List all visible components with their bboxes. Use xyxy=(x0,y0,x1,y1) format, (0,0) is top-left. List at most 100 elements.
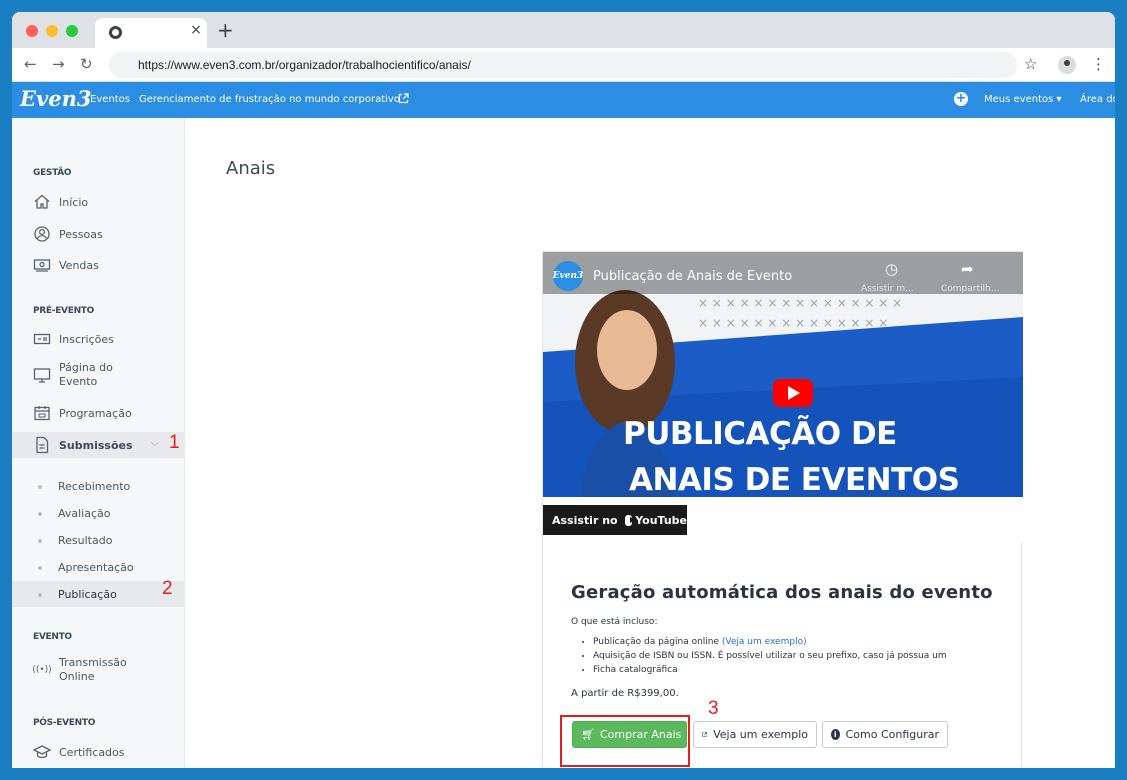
even3-logo[interactable]: Even3 xyxy=(20,86,91,112)
watch-on-label: Assistir no xyxy=(552,513,618,527)
home-icon xyxy=(33,193,51,211)
close-window-icon[interactable] xyxy=(26,25,38,37)
chrome-favicon-icon xyxy=(109,26,122,39)
sidebar-item-label: Submissões xyxy=(59,438,133,452)
section-gestao: GESTÃO xyxy=(33,168,72,178)
list-item: Publicação da página online (Veja um exe… xyxy=(593,635,1011,649)
list-item: Ficha catalográfica xyxy=(593,663,1011,677)
annotation-number: 1 xyxy=(169,432,180,453)
share-icon[interactable]: ➦ xyxy=(961,260,974,278)
watch-on-youtube-button[interactable]: Assistir no YouTube xyxy=(543,505,687,535)
external-link-icon[interactable] xyxy=(398,93,409,104)
sidebar-item-certificados[interactable]: Certificados xyxy=(33,743,125,761)
area-menu[interactable]: Área do xyxy=(1080,94,1115,106)
sidebar-item-vendas[interactable]: Vendas xyxy=(33,256,99,274)
sidebar-subitem-apresentacao[interactable]: Apresentação xyxy=(38,561,134,574)
sidebar-item-label: Inscrições xyxy=(59,332,114,346)
page-title: Anais xyxy=(226,158,276,179)
add-event-icon[interactable]: + xyxy=(954,92,968,106)
reload-icon[interactable]: ↻ xyxy=(80,54,93,74)
main-content: Anais × × × × × × × × × × × × × × × × × … xyxy=(186,118,1115,768)
browser-window: × + ← → ↻ https://www.even3.com.br/organ… xyxy=(12,12,1115,768)
video-headline-2: ANAIS DE EVENTOS xyxy=(629,462,960,498)
tab-bar: × + xyxy=(12,12,1115,48)
tab-close-icon[interactable]: × xyxy=(185,22,207,38)
video-thumbnail[interactable]: × × × × × × × × × × × × × × × × × × × × … xyxy=(543,252,1023,542)
sidebar-item-label: Início xyxy=(59,195,89,209)
clock-icon[interactable]: ◷ xyxy=(885,260,898,278)
sidebar-item-label: Online xyxy=(59,670,95,683)
card-body: Geração automática dos anais do evento O… xyxy=(571,582,1011,699)
maximize-window-icon[interactable] xyxy=(66,25,78,37)
sidebar-item-inscricoes[interactable]: Inscrições xyxy=(33,330,114,348)
sidebar-item-pessoas[interactable]: Pessoas xyxy=(33,225,103,243)
cash-icon xyxy=(33,256,51,274)
section-evento: EVENTO xyxy=(33,632,72,642)
sidebar-item-label: Transmissão xyxy=(59,656,127,669)
example-link[interactable]: (Veja um exemplo) xyxy=(722,637,807,647)
included-label: O que está incluso: xyxy=(571,617,658,627)
sidebar: GESTÃO Início Pessoas Vendas PRÉ-EVENTO … xyxy=(12,118,185,768)
youtube-wordmark: YouTube xyxy=(635,513,687,527)
document-icon xyxy=(33,436,51,454)
example-label: Veja um exemplo xyxy=(713,728,808,741)
section-pos-evento: PÓS-EVENTO xyxy=(33,718,96,728)
more-menu-icon[interactable]: ⋮ xyxy=(1091,54,1106,74)
bookmark-star-icon[interactable]: ☆ xyxy=(1024,54,1037,74)
sidebar-item-pagina-evento[interactable]: Página do Evento xyxy=(33,361,113,389)
svg-text:× × × × × × × × × ×: × × × × × × × × × × × × × × × xyxy=(698,296,902,310)
sidebar-item-programacao[interactable]: Programação xyxy=(33,404,132,422)
list-item: Aquisição de ISBN ou ISSN. É possível ut… xyxy=(593,649,1011,663)
graduation-cap-icon xyxy=(33,743,51,761)
sidebar-item-inicio[interactable]: Início xyxy=(33,193,88,211)
svg-text:× × × × × × × × × ×: × × × × × × × × × × × × × × xyxy=(698,316,888,330)
back-arrow-icon[interactable]: ← xyxy=(24,54,37,74)
sidebar-item-label: Vendas xyxy=(59,258,99,272)
price-text: A partir de R$399,00. xyxy=(571,688,679,699)
youtube-video-embed[interactable]: × × × × × × × × × × × × × × × × × × × × … xyxy=(543,252,1023,542)
new-tab-button[interactable]: + xyxy=(217,18,234,42)
video-headline-1: PUBLICAÇÃO DE xyxy=(623,416,897,452)
profile-avatar-icon[interactable] xyxy=(1058,56,1076,74)
sidebar-subitem-avaliacao[interactable]: Avaliação xyxy=(38,507,111,520)
chevron-down-icon[interactable]: ⌵ xyxy=(151,438,159,449)
calendar-icon xyxy=(33,404,51,422)
share-label[interactable]: Compartilh... xyxy=(941,284,999,294)
view-example-button[interactable]: Veja um exemplo xyxy=(693,721,817,748)
config-label: Como Configurar xyxy=(845,728,939,741)
video-title[interactable]: Publicação de Anais de Evento xyxy=(593,269,792,284)
user-circle-icon xyxy=(33,225,51,243)
broadcast-icon: ((•)) xyxy=(32,665,52,675)
address-bar[interactable]: https://www.even3.com.br/organizador/tra… xyxy=(109,52,1017,78)
nav-event-name[interactable]: Gerenciamento de frustração no mundo cor… xyxy=(139,94,400,106)
sidebar-subitem-recebimento[interactable]: Recebimento xyxy=(38,480,130,493)
sidebar-subitem-publicacao[interactable]: Publicação xyxy=(38,588,117,601)
annotation-number: 3 xyxy=(708,698,719,719)
browser-toolbar: ← → ↻ https://www.even3.com.br/organizad… xyxy=(12,48,1115,82)
sidebar-subitem-resultado[interactable]: Resultado xyxy=(38,534,112,547)
app-header: Even3 Eventos Gerenciamento de frustraçã… xyxy=(12,82,1115,118)
sidebar-item-label: Página do xyxy=(59,361,113,374)
annotation-number: 2 xyxy=(162,578,173,599)
minimize-window-icon[interactable] xyxy=(46,25,58,37)
youtube-logo-icon xyxy=(624,514,636,526)
forward-arrow-icon[interactable]: → xyxy=(52,54,65,74)
channel-avatar[interactable]: Even3 xyxy=(553,261,583,291)
annotation-highlight-box xyxy=(560,715,690,767)
info-icon: i xyxy=(831,729,840,740)
ticket-icon xyxy=(33,330,51,348)
sidebar-item-label: Pessoas xyxy=(59,227,103,241)
watch-later-label[interactable]: Assistir m... xyxy=(861,284,914,294)
url-text[interactable]: https://www.even3.com.br/organizador/tra… xyxy=(138,58,471,72)
sidebar-item-submissoes[interactable]: Submissões xyxy=(33,436,133,454)
meus-eventos-menu[interactable]: Meus eventos ▾ xyxy=(984,94,1062,106)
monitor-icon xyxy=(33,366,51,384)
browser-tab[interactable]: × xyxy=(95,18,207,48)
anais-card: × × × × × × × × × × × × × × × × × × × × … xyxy=(542,251,1023,768)
how-to-configure-button[interactable]: i Como Configurar xyxy=(822,721,948,748)
sidebar-item-label: Evento xyxy=(59,375,98,388)
included-list: Publicação da página online (Veja um exe… xyxy=(571,635,1011,677)
nav-eventos[interactable]: Eventos xyxy=(90,94,130,106)
external-link-icon xyxy=(702,732,707,737)
sidebar-item-transmissao[interactable]: ((•)) Transmissão Online xyxy=(32,656,127,684)
